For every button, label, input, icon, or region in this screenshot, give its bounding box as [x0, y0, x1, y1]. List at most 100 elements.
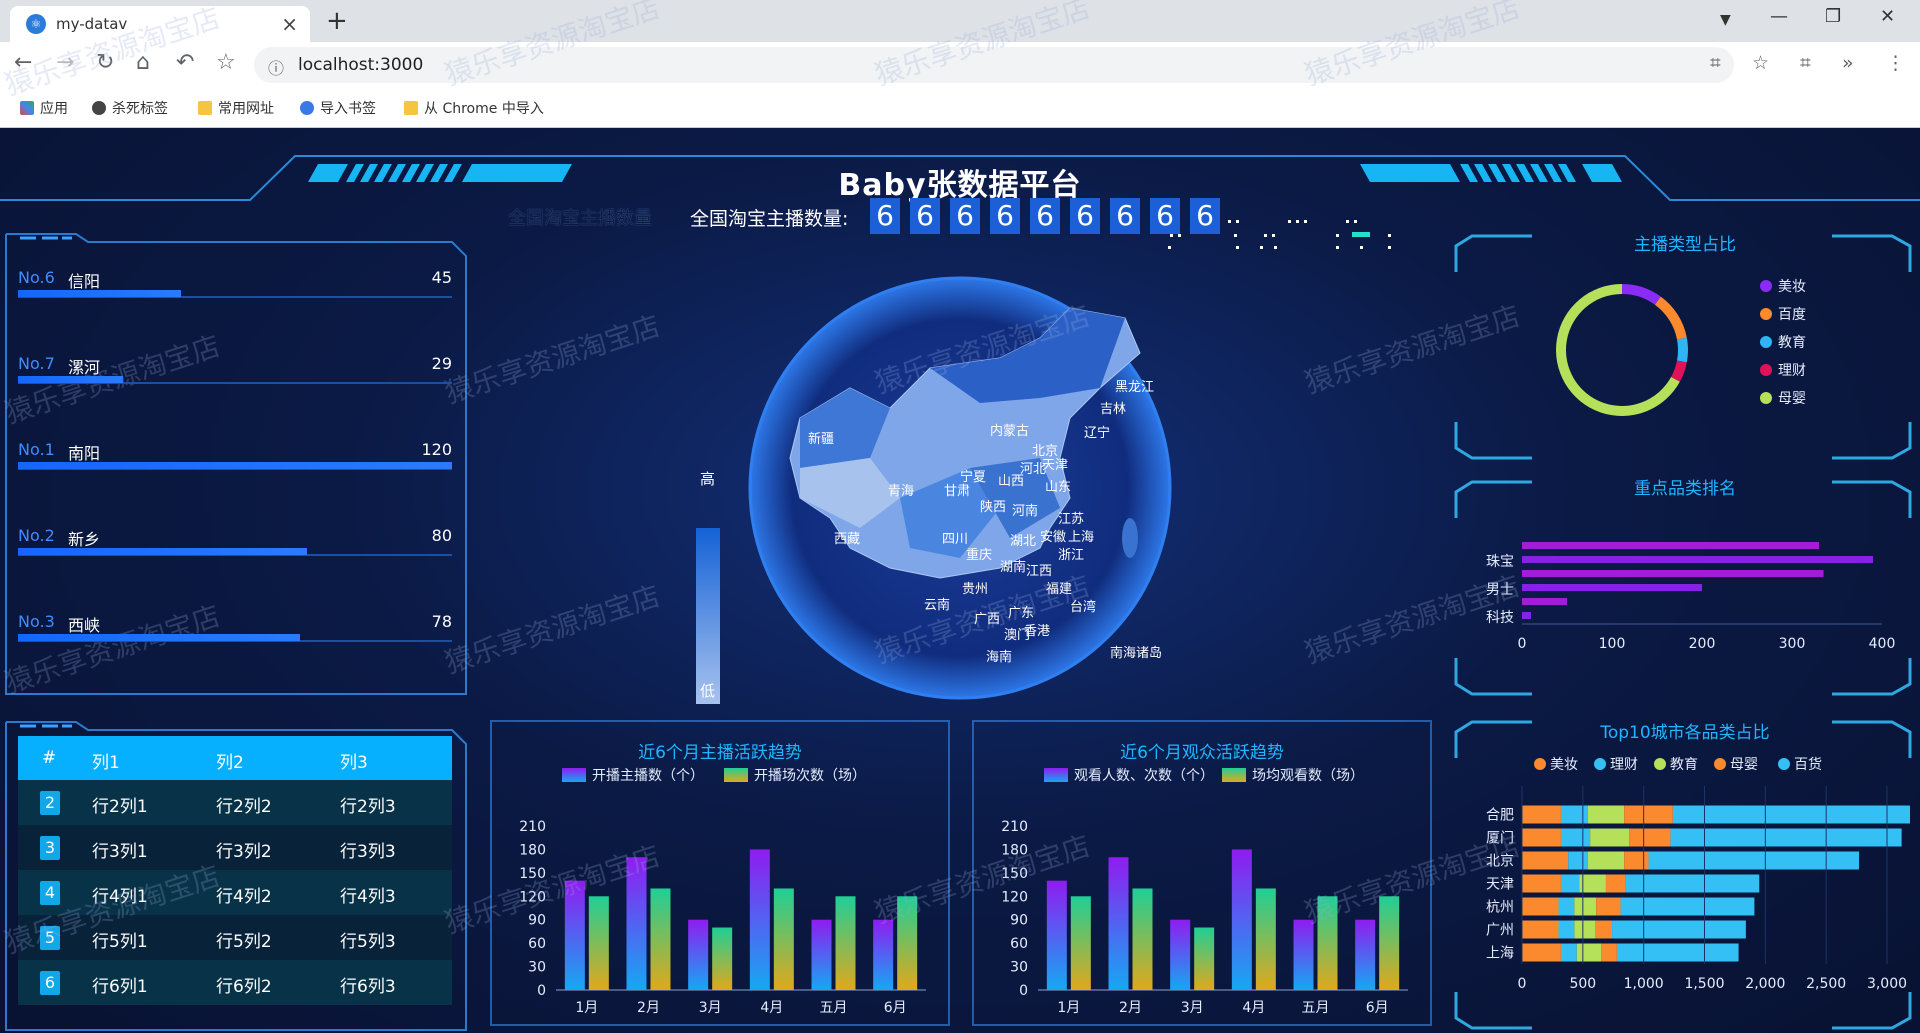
address-bar[interactable]: ⓘ localhost:3000 [254, 47, 1734, 83]
tab-search-icon[interactable]: ▼ [1720, 12, 1731, 28]
translate-icon[interactable]: ⌗ [1710, 52, 1721, 74]
category-bar[interactable] [1522, 556, 1873, 563]
stacked-segment[interactable] [1587, 851, 1625, 870]
series2-bar[interactable] [1132, 888, 1153, 990]
table-row[interactable]: 4 行4列1 行4列2 行4列3 [18, 870, 452, 915]
series2-bar[interactable] [1194, 927, 1215, 990]
series1-bar[interactable] [1108, 857, 1129, 990]
stacked-segment[interactable] [1648, 851, 1860, 870]
series1-bar[interactable] [1293, 919, 1314, 990]
new-tab-button[interactable]: + [326, 6, 348, 36]
stacked-segment[interactable] [1522, 828, 1561, 847]
bookmark-import[interactable]: 导入书签 [300, 98, 376, 118]
bookmark-kill-tabs[interactable]: 杀死标签 [92, 98, 168, 118]
undo-icon[interactable]: ↶ [176, 50, 194, 75]
stacked-segment[interactable] [1522, 851, 1569, 870]
stacked-segment[interactable] [1558, 920, 1575, 939]
city-label: 北京 [1486, 854, 1514, 870]
stacked-segment[interactable] [1595, 920, 1613, 939]
stacked-segment[interactable] [1672, 805, 1910, 824]
table-row[interactable]: 5 行5列1 行5列2 行5列3 [18, 915, 452, 960]
category-bar[interactable] [1522, 584, 1702, 591]
pie-chart-title: 主播类型占比 [1634, 235, 1736, 255]
series1-bar[interactable] [1170, 919, 1191, 990]
stacked-segment[interactable] [1522, 874, 1561, 893]
stacked-segment[interactable] [1612, 920, 1746, 939]
maximize-button[interactable]: ❐ [1825, 6, 1841, 27]
stacked-segment[interactable] [1576, 943, 1602, 962]
stacked-segment[interactable] [1590, 828, 1630, 847]
series1-bar[interactable] [1046, 880, 1067, 990]
stacked-segment[interactable] [1670, 828, 1902, 847]
extensions-icon[interactable]: » [1842, 52, 1854, 74]
bookmark-apps[interactable]: 应用 [20, 98, 68, 118]
close-window-button[interactable]: ✕ [1880, 6, 1895, 27]
series2-bar[interactable] [1317, 896, 1338, 990]
series2-bar[interactable] [773, 888, 794, 990]
stacked-segment[interactable] [1522, 920, 1559, 939]
series2-bar[interactable] [835, 896, 856, 990]
series1-bar[interactable] [873, 919, 894, 990]
back-icon[interactable]: ← [14, 50, 32, 75]
series1-bar[interactable] [749, 849, 770, 990]
stacked-segment[interactable] [1625, 874, 1760, 893]
home-icon[interactable]: ⌂ [136, 50, 150, 75]
category-bar[interactable] [1522, 598, 1567, 605]
stacked-segment[interactable] [1560, 828, 1591, 847]
bookmark-from-chrome[interactable]: 从 Chrome 中导入 [404, 98, 544, 118]
series1-bar[interactable] [688, 919, 709, 990]
info-icon[interactable]: ⓘ [268, 55, 284, 79]
series1-bar[interactable] [626, 857, 647, 990]
category-bar[interactable] [1522, 570, 1824, 577]
star-icon[interactable]: ☆ [216, 50, 236, 75]
series2-bar[interactable] [1255, 888, 1276, 990]
series2-bar[interactable] [1070, 896, 1091, 990]
series1-bar[interactable] [1231, 849, 1252, 990]
stacked-segment[interactable] [1522, 943, 1561, 962]
pie-slice[interactable] [1622, 284, 1661, 305]
stacked-segment[interactable] [1624, 851, 1649, 870]
table-row[interactable]: 2 行2列1 行2列2 行2列3 [18, 780, 452, 825]
stacked-segment[interactable] [1560, 874, 1580, 893]
forward-icon[interactable]: → [56, 50, 74, 75]
bookmark-common-sites[interactable]: 常用网址 [198, 98, 274, 118]
stacked-segment[interactable] [1624, 805, 1673, 824]
stacked-segment[interactable] [1629, 828, 1671, 847]
table-row[interactable]: 6 行6列1 行6列2 行6列3 [18, 960, 452, 1005]
series2-bar[interactable] [1379, 896, 1400, 990]
pie-slice[interactable] [1654, 296, 1687, 340]
series1-bar[interactable] [1355, 919, 1376, 990]
stacked-segment[interactable] [1522, 805, 1561, 824]
stacked-segment[interactable] [1587, 805, 1625, 824]
reload-icon[interactable]: ↻ [96, 50, 114, 75]
minimize-button[interactable]: — [1770, 6, 1788, 27]
stacked-segment[interactable] [1568, 851, 1588, 870]
ranking-no: No.2 [18, 526, 55, 545]
close-tab-icon[interactable]: × [281, 12, 298, 36]
category-bar[interactable] [1522, 612, 1531, 619]
bookmark-star-icon[interactable]: ☆ [1752, 52, 1769, 74]
series1-bar[interactable] [811, 919, 832, 990]
stacked-segment[interactable] [1558, 897, 1575, 916]
series2-bar[interactable] [712, 927, 733, 990]
table-row[interactable]: 3 行3列1 行3列2 行3列3 [18, 825, 452, 870]
stacked-segment[interactable] [1560, 805, 1588, 824]
stacked-segment[interactable] [1601, 943, 1617, 962]
crop-icon[interactable]: ⌗ [1800, 52, 1811, 74]
series2-bar[interactable] [588, 896, 609, 990]
stacked-segment[interactable] [1620, 897, 1755, 916]
series2-bar[interactable] [897, 896, 918, 990]
menu-icon[interactable]: ⋮ [1886, 52, 1905, 74]
category-bar[interactable] [1522, 542, 1819, 549]
stacked-segment[interactable] [1616, 943, 1739, 962]
stacked-segment[interactable] [1574, 920, 1595, 939]
stacked-segment[interactable] [1522, 897, 1559, 916]
series2-bar[interactable] [650, 888, 671, 990]
browser-tab[interactable]: ⚛ my-datav × [10, 6, 310, 42]
stacked-segment[interactable] [1560, 943, 1577, 962]
series1-bar[interactable] [564, 880, 585, 990]
stacked-segment[interactable] [1574, 897, 1597, 916]
stacked-segment[interactable] [1596, 897, 1621, 916]
pie-slice[interactable] [1677, 337, 1688, 363]
stacked-segment[interactable] [1605, 874, 1626, 893]
